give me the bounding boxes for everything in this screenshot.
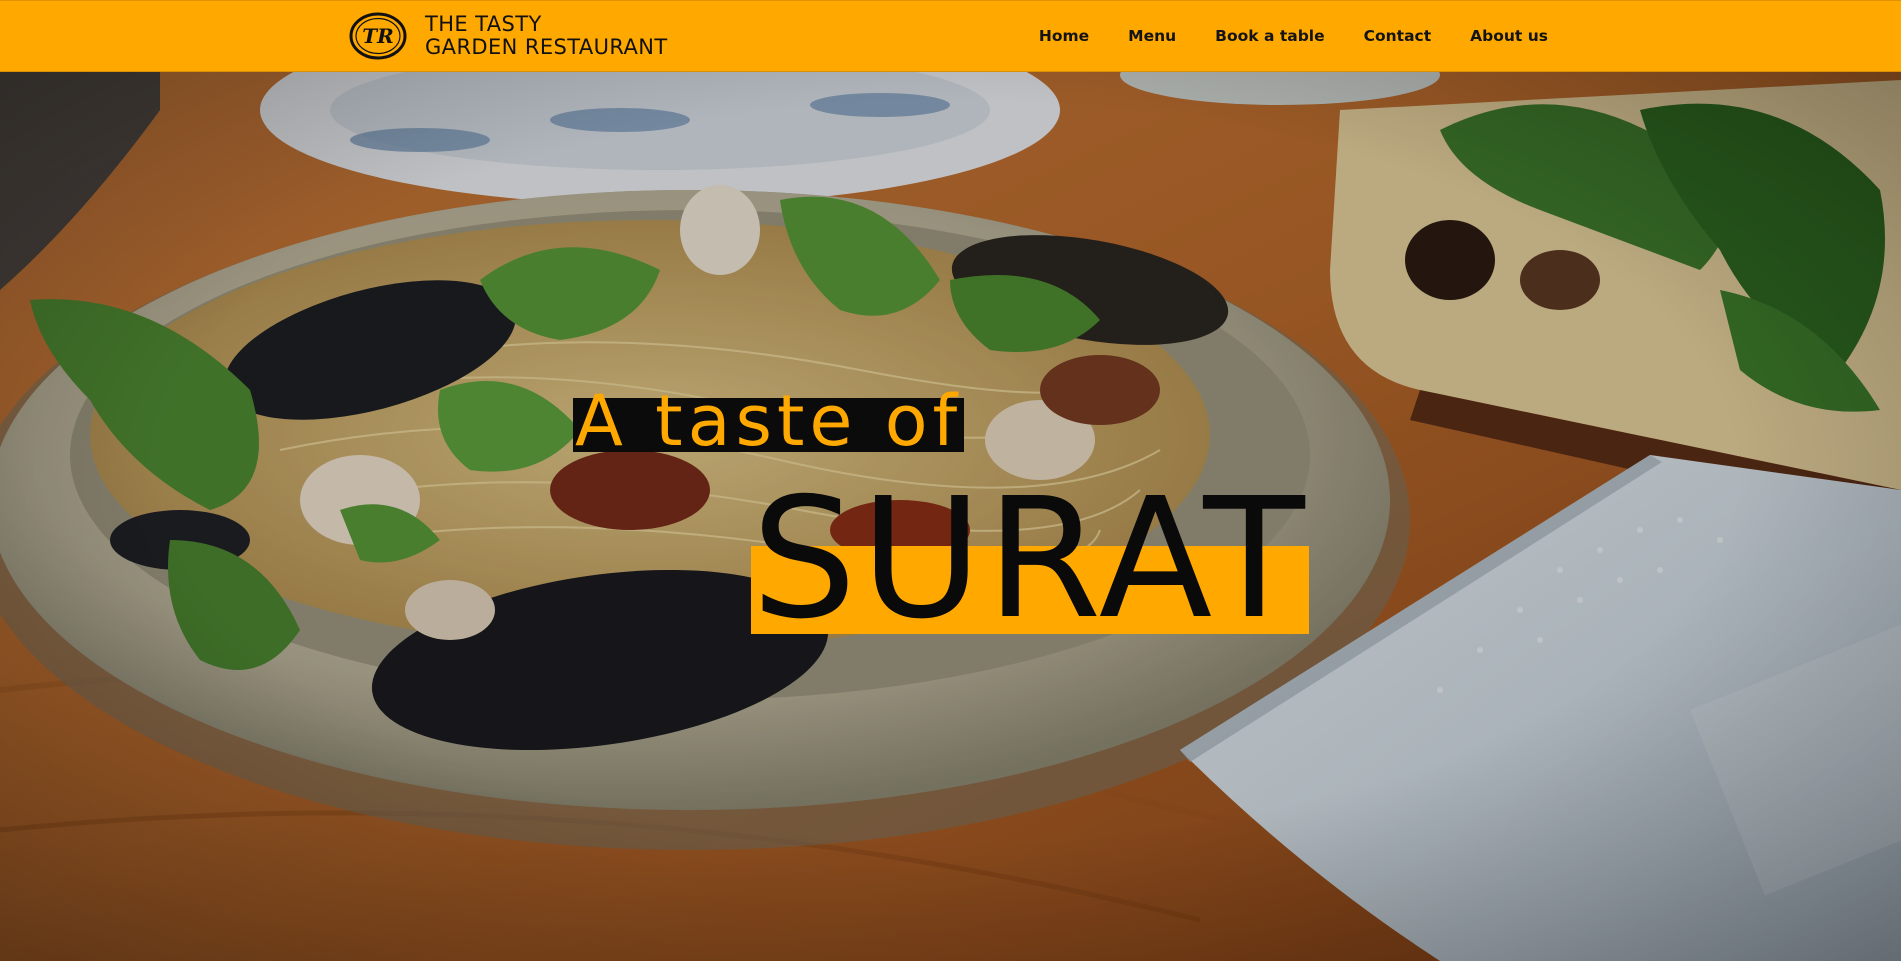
nav-about-us[interactable]: About us — [1470, 27, 1548, 45]
page: TR THE TASTY GARDEN RESTAURANT Home Menu… — [0, 0, 1901, 961]
nav-menu[interactable]: Menu — [1128, 27, 1176, 45]
hero-tagline-text: A taste of — [575, 380, 963, 462]
restaurant-logo-icon: TR — [349, 12, 407, 60]
nav-book-a-table[interactable]: Book a table — [1215, 27, 1324, 45]
brand-name: THE TASTY GARDEN RESTAURANT — [425, 13, 668, 59]
hero-tagline: A taste of — [573, 386, 965, 456]
hero-section: A taste of SURAT — [0, 70, 1901, 961]
nav-home[interactable]: Home — [1039, 27, 1089, 45]
brand-home-link[interactable]: TR THE TASTY GARDEN RESTAURANT — [349, 12, 668, 60]
main-nav: Home Menu Book a table Contact About us — [1000, 1, 1548, 71]
top-navbar: TR THE TASTY GARDEN RESTAURANT Home Menu… — [0, 0, 1901, 72]
nav-contact[interactable]: Contact — [1364, 27, 1432, 45]
brand-line-2: GARDEN RESTAURANT — [425, 35, 668, 59]
hero-city-name: SURAT — [751, 463, 1309, 656]
logo-letters: TR — [362, 24, 394, 48]
brand-line-1: THE TASTY — [425, 12, 542, 36]
